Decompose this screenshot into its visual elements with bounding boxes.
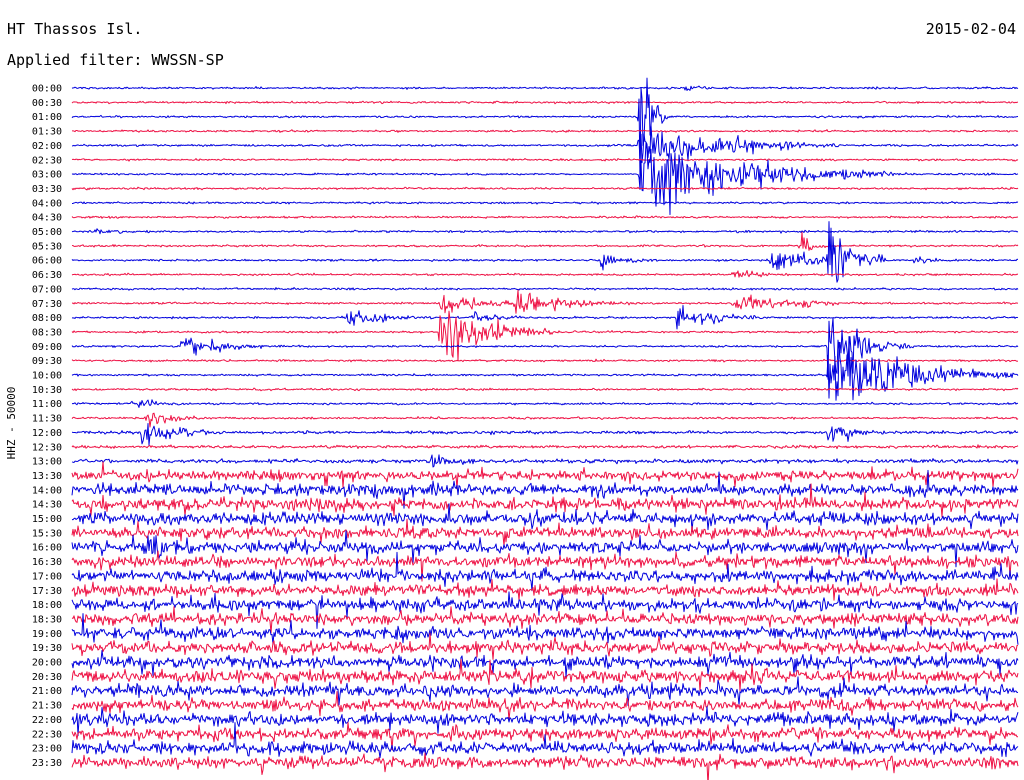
trace-row — [71, 469, 1019, 509]
row-label: 14:30 — [32, 500, 62, 511]
row-label: 14:00 — [32, 485, 62, 496]
row-label: 01:00 — [32, 112, 62, 123]
row-label: 08:30 — [32, 327, 62, 338]
row-label: 20:30 — [32, 672, 62, 683]
trace-row — [71, 752, 1019, 780]
trace-row — [71, 578, 1019, 601]
row-label: 21:00 — [32, 686, 62, 697]
row-label: 00:30 — [32, 98, 62, 109]
row-label: 16:00 — [32, 543, 62, 554]
trace-row — [71, 85, 1019, 91]
trace-row — [71, 461, 1019, 490]
row-label: 03:30 — [32, 184, 62, 195]
row-label: 18:30 — [32, 614, 62, 625]
row-label: 07:00 — [32, 284, 62, 295]
trace-row — [71, 423, 1019, 446]
row-label: 04:00 — [32, 198, 62, 209]
row-label: 03:00 — [32, 170, 62, 181]
row-label: 12:00 — [32, 428, 62, 439]
trace-row — [71, 228, 1019, 235]
row-label: 20:00 — [32, 658, 62, 669]
helicorder-chart: 00:00 00:30 01:00 01:30 02:00 02:30 03:00 03:30… — [5, 77, 1019, 780]
trace-row — [71, 77, 1019, 180]
trace-row — [71, 289, 1018, 314]
trace-row — [71, 632, 1019, 660]
trace-row — [71, 129, 1019, 133]
row-label: 23:30 — [32, 758, 62, 769]
row-label: 18:00 — [32, 600, 62, 611]
row-label: 02:30 — [32, 155, 62, 166]
trace-row — [71, 304, 1019, 330]
row-label: 02:00 — [32, 141, 62, 152]
trace-row — [71, 444, 1019, 450]
row-label: 16:30 — [32, 557, 62, 568]
row-label: 15:30 — [32, 528, 62, 539]
trace-row — [71, 358, 1019, 363]
row-label: 01:30 — [32, 127, 62, 138]
trace-row — [71, 201, 1019, 205]
row-label: 23:00 — [32, 744, 62, 755]
row-label: 10:00 — [32, 371, 62, 382]
row-label: 12:30 — [32, 442, 62, 453]
row-label: 22:00 — [32, 715, 62, 726]
row-label: 21:30 — [32, 701, 62, 712]
trace-row — [71, 706, 1019, 737]
row-label: 09:30 — [32, 356, 62, 367]
trace-row — [71, 186, 1019, 191]
row-label: 06:30 — [32, 270, 62, 281]
row-label: 09:00 — [32, 342, 62, 353]
trace-row — [71, 676, 1019, 706]
seismic-traces — [71, 77, 1019, 780]
row-label: 05:00 — [32, 227, 62, 238]
row-label: 19:30 — [32, 643, 62, 654]
row-label: 11:30 — [32, 414, 62, 425]
row-label: 04:30 — [32, 213, 62, 224]
trace-row — [71, 100, 1019, 105]
row-label: 22:30 — [32, 729, 62, 740]
trace-row — [71, 503, 1019, 532]
channel-label: HHZ - 50000 — [5, 387, 18, 460]
row-label: 08:00 — [32, 313, 62, 324]
row-label: 17:30 — [32, 586, 62, 597]
trace-row — [71, 310, 1019, 362]
trace-row — [71, 454, 1019, 468]
trace-row — [71, 691, 1019, 721]
trace-row — [71, 399, 1019, 408]
row-label: 00:00 — [32, 84, 62, 95]
row-label: 13:30 — [32, 471, 62, 482]
row-label: 15:00 — [32, 514, 62, 525]
trace-row — [71, 649, 1019, 678]
row-time-labels: 00:00 00:30 01:00 01:30 02:00 02:30 03:00 03:30… — [32, 84, 62, 769]
trace-row — [71, 215, 1019, 219]
row-label: 19:00 — [32, 629, 62, 640]
trace-row — [71, 591, 1019, 629]
row-label: 05:30 — [32, 241, 62, 252]
trace-row — [71, 158, 1019, 162]
row-label: 11:00 — [32, 399, 62, 410]
row-label: 13:00 — [32, 457, 62, 468]
row-label: 07:30 — [32, 299, 62, 310]
trace-row — [71, 317, 1019, 380]
trace-row — [71, 142, 1019, 216]
trace-row — [71, 231, 1019, 251]
trace-row — [71, 287, 1019, 291]
row-label: 10:30 — [32, 385, 62, 396]
row-label: 17:00 — [32, 571, 62, 582]
trace-row — [71, 270, 1019, 278]
row-label: 06:00 — [32, 256, 62, 267]
trace-row — [71, 412, 1019, 428]
